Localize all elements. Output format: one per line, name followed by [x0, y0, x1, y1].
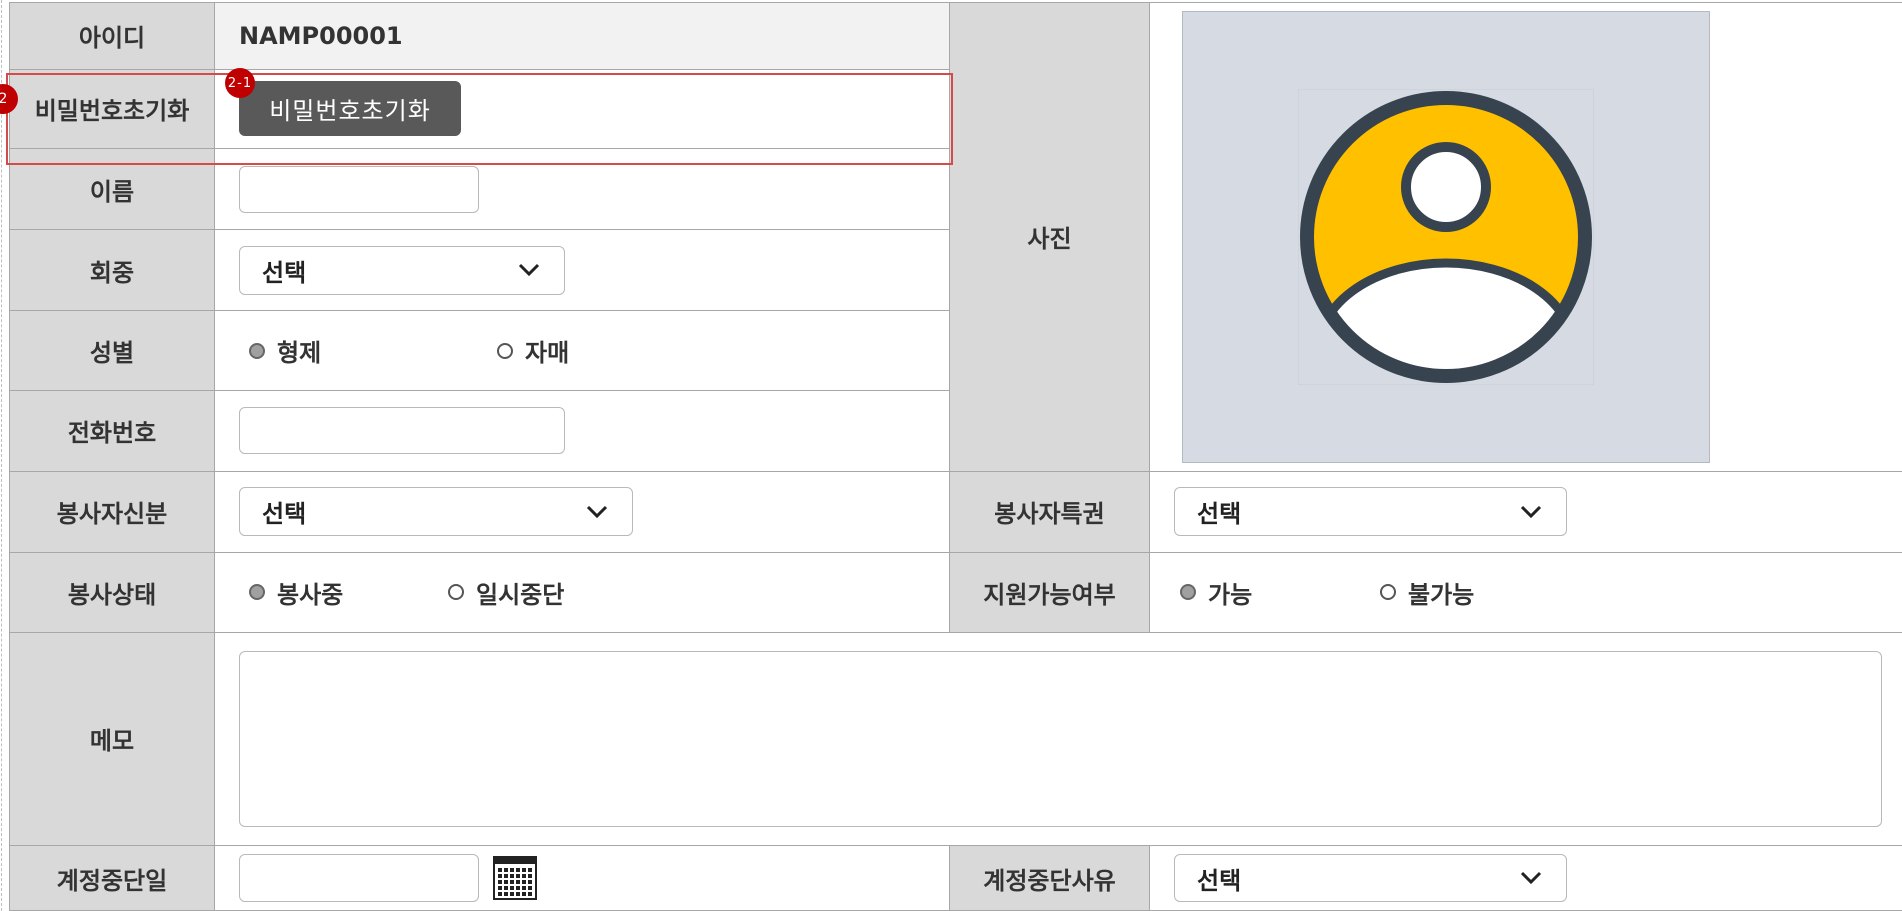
congregation-selected: 선택 [262, 258, 307, 287]
gender-option-label: 형제 [277, 339, 322, 368]
row-memo: 메모 [9, 631, 1902, 847]
memo-label: 메모 [9, 631, 215, 847]
availability-radio-group: 가능 불가능 [1174, 575, 1878, 610]
availability-option-yes[interactable]: 가능 [1180, 575, 1380, 610]
volunteer-privilege-selected: 선택 [1197, 500, 1242, 529]
radio-unchecked-icon [497, 342, 513, 359]
chevron-down-icon [1520, 872, 1542, 885]
phone-cell [214, 389, 950, 472]
password-reset-cell: 2-1 비밀번호초기화 [214, 68, 950, 150]
congregation-label: 회중 [9, 229, 215, 312]
user-avatar-icon [1298, 88, 1594, 385]
gender-radio-group: 형제 자매 [239, 333, 925, 368]
row-volunteer: 봉사자신분 선택 봉사자특권 선택 [9, 470, 1902, 553]
suspend-date-input[interactable] [239, 854, 479, 903]
service-state-option-label: 봉사중 [277, 580, 344, 609]
password-reset-label: 비밀번호초기화 [9, 68, 215, 150]
chevron-down-icon [518, 264, 540, 277]
gender-option-label: 자매 [525, 339, 570, 368]
id-label: 아이디 [9, 2, 215, 70]
volunteer-role-cell: 선택 [214, 470, 950, 553]
suspend-date-label: 계정중단일 [9, 845, 215, 911]
photo-label: 사진 [949, 2, 1150, 472]
volunteer-role-select[interactable]: 선택 [239, 487, 633, 537]
availability-label: 지원가능여부 [949, 551, 1150, 633]
service-state-radio-group: 봉사중 일시중단 [239, 575, 925, 610]
name-label: 이름 [9, 148, 215, 231]
password-reset-button[interactable]: 2-1 비밀번호초기화 [225, 68, 461, 137]
service-state-cell: 봉사중 일시중단 [214, 551, 950, 633]
row-suspend: 계정중단일 계정중단사유 선택 [9, 845, 1902, 911]
service-state-option-paused[interactable]: 일시중단 [448, 575, 564, 610]
id-value: NAMP00001 [214, 2, 950, 70]
availability-cell: 가능 불가능 [1149, 551, 1902, 633]
volunteer-role-selected: 선택 [262, 500, 307, 529]
volunteer-privilege-cell: 선택 [1149, 470, 1902, 553]
gender-cell: 형제 자매 [214, 310, 950, 391]
row-id: 아이디 NAMP00001 사진 [9, 2, 1902, 472]
member-edit-form: 아이디 NAMP00001 사진 비밀번호초기화 2-1 비밀번호초기화 이름 … [9, 2, 1902, 911]
radio-unchecked-icon [448, 584, 464, 601]
suspend-date-cell [214, 845, 950, 911]
chevron-down-icon [1520, 505, 1542, 518]
radio-checked-icon [1180, 584, 1196, 601]
photo-cell [1149, 2, 1902, 472]
volunteer-privilege-label: 봉사자특권 [949, 470, 1150, 553]
suspend-reason-cell: 선택 [1149, 845, 1902, 911]
suspend-reason-selected: 선택 [1197, 866, 1242, 895]
radio-checked-icon [249, 342, 265, 359]
password-reset-button-label: 비밀번호초기화 [269, 97, 431, 126]
calendar-icon[interactable] [492, 856, 537, 901]
availability-option-label: 가능 [1208, 580, 1253, 609]
availability-option-no[interactable]: 불가능 [1380, 575, 1474, 610]
chevron-down-icon [586, 505, 608, 518]
page-left-dashed-border [1, 0, 2, 911]
radio-checked-icon [249, 584, 265, 601]
service-state-option-label: 일시중단 [476, 580, 565, 609]
volunteer-role-label: 봉사자신분 [9, 470, 215, 553]
congregation-cell: 선택 [214, 229, 950, 312]
photo-frame[interactable] [1182, 10, 1710, 463]
memo-cell [214, 631, 1902, 847]
service-state-label: 봉사상태 [9, 551, 215, 633]
memo-textarea[interactable] [239, 650, 1882, 827]
gender-label: 성별 [9, 310, 215, 391]
radio-unchecked-icon [1380, 584, 1396, 601]
annotation-badge-button: 2-1 [225, 68, 255, 99]
phone-label: 전화번호 [9, 389, 215, 472]
gender-option-sister[interactable]: 자매 [497, 333, 569, 368]
suspend-reason-select[interactable]: 선택 [1174, 854, 1567, 903]
congregation-select[interactable]: 선택 [239, 245, 565, 295]
name-input[interactable] [239, 165, 479, 213]
suspend-reason-label: 계정중단사유 [949, 845, 1150, 911]
row-service-state: 봉사상태 봉사중 일시중단 지원가능여부 가능 불가능 [9, 551, 1902, 633]
volunteer-privilege-select[interactable]: 선택 [1174, 487, 1567, 537]
availability-option-label: 불가능 [1408, 580, 1475, 609]
name-cell [214, 148, 950, 231]
gender-option-brother[interactable]: 형제 [249, 333, 497, 368]
phone-input[interactable] [239, 407, 565, 455]
service-state-option-active[interactable]: 봉사중 [249, 575, 448, 610]
